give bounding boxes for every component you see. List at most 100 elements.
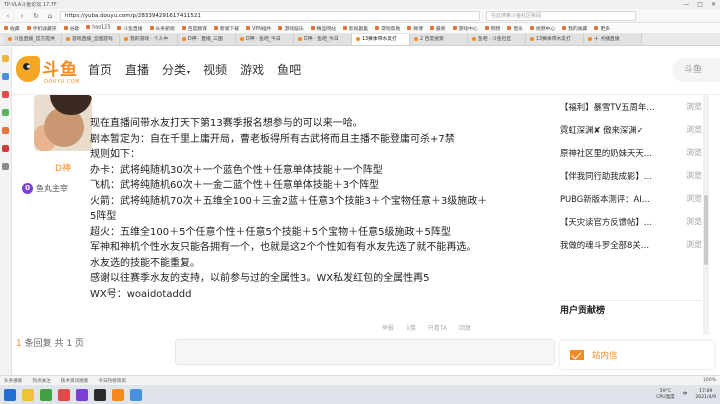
bookmark-item[interactable]: 游戏娱乐 — [278, 25, 304, 32]
bookmark-item[interactable]: 谷歌 — [63, 25, 79, 32]
post-username[interactable]: D神 — [32, 161, 94, 174]
browser-tab[interactable]: 13赛季带水友打 — [352, 34, 410, 45]
refresh-icon[interactable]: ↻ — [32, 12, 40, 20]
hot-post-views: 浏览 — [684, 216, 702, 227]
hot-post-item[interactable]: 霓虹深渊✘ 傲来深渊✓ 浏览 — [560, 118, 702, 141]
nav-video[interactable]: 视频 — [203, 61, 227, 78]
browser-tab[interactable]: D神 · 鱼吧_今日 — [294, 34, 352, 45]
clock[interactable]: 17:09 2021/4/9 — [695, 389, 716, 401]
page-number[interactable]: 1 — [16, 339, 22, 349]
weibo-icon[interactable] — [2, 91, 9, 98]
bookmark-item[interactable]: 手机收藏夹 — [26, 25, 57, 32]
hot-post-title: 原神社区里的奶妹天天… — [560, 147, 653, 158]
bookmark-label: 游戏帮助 — [381, 26, 401, 32]
hot-post-item[interactable]: 【福利】暴雪TV五周年… 浏览 — [560, 95, 702, 118]
bookmark-item[interactable]: 音乐 — [507, 25, 523, 32]
forward-icon[interactable]: › — [18, 12, 26, 20]
bookmark-item[interactable]: 影视剧集 — [342, 25, 368, 32]
bookmark-icon — [310, 26, 315, 30]
bookmark-item[interactable]: 头条新闻 — [149, 25, 175, 32]
message-popup[interactable]: 站内信 — [560, 341, 714, 369]
bookmark-item[interactable]: 视频中心 — [529, 25, 555, 32]
bookmark-item[interactable]: VPN插件 — [246, 25, 271, 32]
favorites-icon[interactable] — [2, 55, 9, 62]
home-icon[interactable]: ⌂ — [46, 12, 54, 20]
only-author-link[interactable]: 只看TA — [428, 323, 447, 332]
tab-label: 13赛季带水友打 — [362, 37, 397, 42]
bookmark-item[interactable]: 更多 — [594, 25, 610, 32]
bookmark-item[interactable]: 微博 — [407, 25, 423, 32]
douyu-app-icon[interactable] — [112, 388, 124, 401]
browser-icon[interactable] — [40, 388, 52, 401]
browser-tab[interactable]: D神 · 直播_三国 — [178, 34, 236, 45]
browser-tab[interactable]: 游戏直播_全国游戏 — [62, 34, 120, 45]
report-link[interactable]: 举报 — [382, 323, 394, 332]
nav-yuba[interactable]: 鱼吧 — [277, 61, 301, 78]
reply-link[interactable]: 回复 — [459, 323, 471, 332]
bookmark-item[interactable]: 精品网站 — [310, 25, 336, 32]
close-window-button[interactable]: ✕ — [711, 1, 716, 8]
game-icon[interactable] — [2, 127, 9, 134]
hot-post-item[interactable]: 原神社区里的奶妹天天… 浏览 — [560, 141, 702, 164]
url-input[interactable]: https://yuba.douyu.com/p/283394291617411… — [60, 10, 480, 21]
nav-games[interactable]: 游戏 — [240, 61, 264, 78]
post-line: 办卡：武将纯随机30次＋一个蓝色个性＋任意单体技能＋一个阵型 — [90, 164, 383, 176]
bookmark-item[interactable]: hao123 — [86, 25, 110, 31]
browser-tab[interactable]: 斗鱼直播_官方提供 — [4, 34, 62, 45]
fan-badge[interactable]: 0 鱼丸主宰 — [22, 182, 68, 195]
mail-icon[interactable] — [2, 73, 9, 80]
bookmark-item[interactable]: 游戏帮助 — [375, 25, 400, 32]
douyu-logo[interactable]: 斗鱼 DOUYU.COM — [16, 54, 84, 88]
nav-category[interactable]: 分类▾ — [162, 61, 190, 78]
browser-tab[interactable]: 十 点播直播 — [584, 34, 642, 45]
bookmark-icon — [342, 26, 347, 30]
bookmark-item[interactable]: 最新 — [429, 25, 446, 32]
browser-tab[interactable]: 13赛季带水友打 — [526, 34, 584, 45]
jd-icon[interactable] — [2, 145, 9, 152]
hot-post-item[interactable]: 【伴我同行助我成影】… 浏览 — [560, 164, 702, 187]
site-search-input[interactable]: 斗鱼 — [672, 58, 720, 82]
nav-home[interactable]: 首页 — [88, 61, 112, 78]
terminal-icon[interactable] — [94, 388, 106, 401]
nav-live[interactable]: 直播 — [125, 61, 149, 78]
status-item[interactable]: 今日热榜资讯 — [98, 378, 126, 384]
page-scrollbar[interactable] — [703, 95, 709, 335]
bookmark-item[interactable]: 我的收藏 — [562, 25, 587, 32]
status-item[interactable]: 头条搜索 — [4, 378, 22, 384]
maximize-button[interactable]: □ — [697, 1, 703, 8]
status-item[interactable]: 技术资讯搜索 — [61, 378, 89, 384]
status-item[interactable]: 热点关注 — [32, 378, 50, 384]
zoom-level[interactable]: 100% — [703, 378, 716, 383]
hot-post-item[interactable]: PUBG新版本测评：AI… 浏览 — [560, 187, 702, 210]
app-icon[interactable] — [58, 388, 70, 401]
bookmark-item[interactable]: 游戏中心 — [452, 25, 478, 32]
browser-tab[interactable]: D神 · 鱼吧_今日 — [236, 34, 294, 45]
editor-icon[interactable] — [76, 388, 88, 401]
bookmark-item[interactable]: 新闻下载 — [213, 25, 239, 32]
back-icon[interactable]: ‹ — [4, 12, 12, 20]
scrollbar-thumb[interactable] — [704, 195, 708, 265]
reply-input[interactable] — [175, 339, 555, 365]
browser-search-input[interactable]: 在此搜索斗鱼社区新闻 — [486, 10, 636, 21]
browser-tab[interactable]: 我的游戏 · 个人中 — [120, 34, 178, 45]
hot-post-item[interactable]: 我做的魂斗罗全部8关… 浏览 — [560, 233, 702, 256]
minimize-button[interactable]: — — [683, 1, 689, 8]
bookmark-item[interactable]: 斗鱼直播 — [117, 25, 143, 32]
folder-icon[interactable] — [22, 388, 34, 401]
browser-tab[interactable]: 2 百度搜索 — [410, 34, 468, 45]
bookmark-item[interactable]: 收藏 — [4, 25, 20, 32]
more-icon[interactable] — [2, 163, 9, 170]
start-icon[interactable] — [4, 388, 16, 401]
bookmark-item[interactable]: 购物 — [484, 25, 500, 32]
ime-indicator[interactable]: 中 — [683, 392, 688, 398]
bookmark-item[interactable]: 百度翻译 — [181, 25, 207, 32]
browser-tab[interactable]: 鱼吧 · 斗鱼社区 — [468, 34, 526, 45]
bookmark-label: 精品网站 — [316, 26, 336, 32]
bookmark-label: 微博 — [413, 26, 423, 32]
hot-post-item[interactable]: 【天灾读官方反馈帖】… 浏览 — [560, 210, 702, 233]
chat-icon[interactable] — [130, 388, 142, 401]
avatar[interactable] — [34, 95, 92, 151]
tab-label: 13赛季带水友打 — [536, 37, 571, 42]
weather-readout[interactable]: 59°C CPU温度 — [656, 389, 675, 401]
tools-icon[interactable] — [2, 109, 9, 116]
